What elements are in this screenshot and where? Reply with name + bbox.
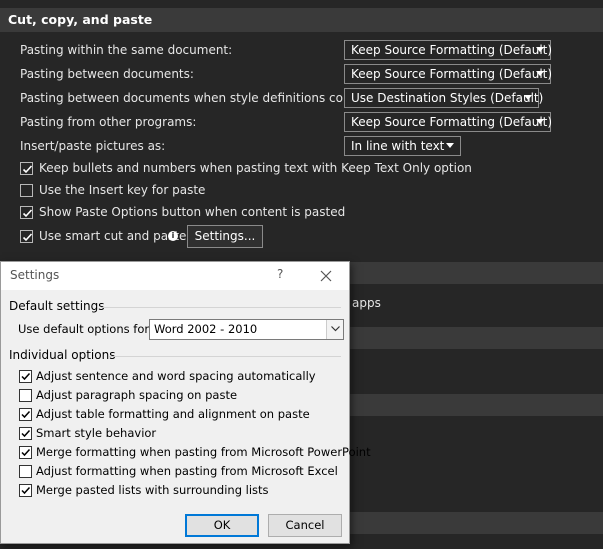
cancel-button[interactable]: Cancel — [268, 514, 342, 537]
group-divider — [101, 307, 341, 308]
option-label-between-documents: Pasting between documents: — [20, 67, 194, 81]
chevron-down-icon — [446, 143, 454, 148]
checkmark-icon — [22, 165, 33, 174]
dropdown-value: Keep Source Formatting (Default) — [351, 115, 553, 129]
ok-button[interactable]: OK — [185, 514, 259, 537]
smart-cut-paste-label: Use smart cut and paste — [39, 229, 187, 243]
dropdown-value: Keep Source Formatting (Default) — [351, 67, 553, 81]
keep-bullets-label: Keep bullets and numbers when pasting te… — [39, 161, 472, 175]
combobox-dropdown-button[interactable] — [326, 320, 343, 339]
checkmark-icon — [21, 410, 31, 419]
insert-key-paste-label: Use the Insert key for paste — [39, 183, 206, 197]
adjust-table-formatting-label: Adjust table formatting and alignment on… — [36, 407, 310, 421]
same-document-dropdown[interactable]: Keep Source Formatting (Default) — [344, 40, 553, 60]
section-header-cut-copy-paste: Cut, copy, and paste — [0, 8, 603, 32]
adjust-sentence-spacing-label: Adjust sentence and word spacing automat… — [36, 369, 316, 383]
individual-options-group-label: Individual options — [9, 348, 116, 362]
dropdown-value: Keep Source Formatting (Default) — [351, 43, 553, 57]
help-button[interactable]: ? — [277, 267, 283, 281]
option-label-style-conflict: Pasting between documents when style def… — [20, 91, 377, 105]
smart-cut-paste-checkbox[interactable] — [20, 230, 33, 243]
smart-style-behavior-label: Smart style behavior — [36, 426, 157, 440]
dropdown-value: In line with text — [351, 139, 445, 153]
chevron-down-icon — [331, 326, 340, 332]
default-options-combobox[interactable]: Word 2002 - 2010 — [149, 319, 344, 340]
dialog-title: Settings — [10, 268, 60, 282]
smart-style-behavior-checkbox[interactable] — [19, 427, 32, 440]
chevron-down-icon — [536, 119, 544, 124]
other-programs-dropdown[interactable]: Keep Source Formatting (Default) — [344, 112, 553, 132]
merge-lists-checkbox[interactable] — [19, 484, 32, 497]
adjust-table-formatting-checkbox[interactable] — [19, 408, 32, 421]
adjust-sentence-spacing-checkbox[interactable] — [19, 370, 32, 383]
option-label-other-programs: Pasting from other programs: — [20, 115, 197, 129]
adjust-excel-checkbox[interactable] — [19, 465, 32, 478]
background-text-fragment: apps — [352, 296, 381, 310]
section-title: Cut, copy, and paste — [8, 12, 153, 27]
checkmark-icon — [21, 429, 31, 438]
chevron-down-icon — [536, 47, 544, 52]
checkmark-icon — [22, 233, 33, 242]
info-icon[interactable]: i — [168, 231, 178, 241]
chevron-down-icon — [524, 95, 532, 100]
settings-button[interactable]: Settings... — [187, 225, 263, 248]
adjust-paragraph-spacing-label: Adjust paragraph spacing on paste — [36, 388, 238, 402]
checkmark-icon — [21, 486, 31, 495]
checkmark-icon — [21, 372, 31, 381]
close-icon[interactable] — [320, 270, 332, 282]
default-settings-group-label: Default settings — [9, 299, 105, 313]
adjust-paragraph-spacing-checkbox[interactable] — [19, 389, 32, 402]
option-label-pictures: Insert/paste pictures as: — [20, 139, 166, 153]
merge-powerpoint-checkbox[interactable] — [19, 446, 32, 459]
show-paste-options-label: Show Paste Options button when content i… — [39, 205, 346, 219]
keep-bullets-checkbox[interactable] — [20, 162, 33, 175]
group-divider — [109, 356, 341, 357]
checkmark-icon — [21, 448, 31, 457]
show-paste-options-checkbox[interactable] — [20, 206, 33, 219]
dialog-titlebar[interactable]: Settings ? — [1, 262, 349, 290]
settings-dialog: Settings ? Default settings Use default … — [0, 261, 371, 544]
between-documents-dropdown[interactable]: Keep Source Formatting (Default) — [344, 64, 553, 84]
style-conflict-dropdown[interactable]: Use Destination Styles (Default) — [344, 88, 543, 108]
adjust-excel-label: Adjust formatting when pasting from Micr… — [36, 464, 338, 478]
checkmark-icon — [22, 209, 33, 218]
merge-powerpoint-label: Merge formatting when pasting from Micro… — [36, 445, 371, 459]
insert-key-paste-checkbox[interactable] — [20, 184, 33, 197]
option-label-same-document: Pasting within the same document: — [20, 43, 233, 57]
merge-lists-label: Merge pasted lists with surrounding list… — [36, 483, 269, 497]
pictures-dropdown[interactable]: In line with text — [344, 136, 461, 156]
chevron-down-icon — [536, 71, 544, 76]
dropdown-value: Use Destination Styles (Default) — [351, 91, 544, 105]
default-options-label: Use default options for: — [18, 322, 153, 336]
combobox-value: Word 2002 - 2010 — [154, 322, 258, 336]
